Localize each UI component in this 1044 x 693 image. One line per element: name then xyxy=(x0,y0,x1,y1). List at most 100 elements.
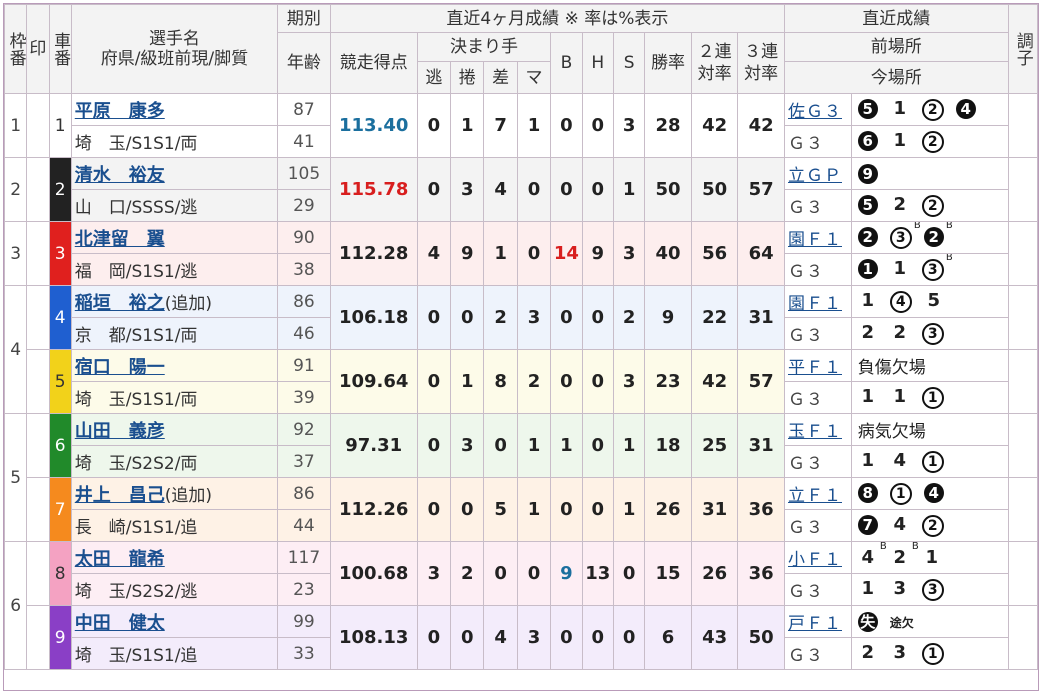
mark-cell[interactable] xyxy=(26,477,50,542)
condition-cell[interactable] xyxy=(1007,285,1039,350)
stat-mark: 1 xyxy=(516,413,552,478)
curr-meet-label: Ｇ３ xyxy=(788,134,824,154)
prev-meet-place: 平Ｆ１ xyxy=(784,349,852,382)
age: 44 xyxy=(277,509,331,542)
rider-name-link[interactable]: 山田 義彦 xyxy=(75,421,165,442)
stat-2ren-rate: 42 xyxy=(690,349,739,414)
result-number: 1 xyxy=(861,450,875,471)
mark-cell[interactable] xyxy=(26,285,50,350)
rider-name: 中田 健太 xyxy=(70,605,279,638)
stat-s: 1 xyxy=(612,477,646,542)
term: 91 xyxy=(277,349,331,382)
prev-meet-results: 4B2B1 xyxy=(850,541,1009,574)
prev-meet-link[interactable]: 立Ｆ１ xyxy=(788,486,842,506)
frame-number: 6 xyxy=(3,541,28,670)
car-number: 1 xyxy=(54,115,66,136)
prev-meet-link[interactable]: 園Ｆ１ xyxy=(788,230,842,250)
rider-name-link[interactable]: 北津留 翼 xyxy=(75,229,165,250)
result-item: 1 xyxy=(890,386,910,407)
mark-cell[interactable] xyxy=(26,605,50,670)
header-3ren-label: ３連対率 xyxy=(744,42,779,84)
age: 29 xyxy=(277,189,331,222)
stat-nige: 0 xyxy=(416,157,452,222)
result-item: 4 xyxy=(955,98,976,119)
rider-name-link[interactable]: 稲垣 裕之 xyxy=(75,293,165,314)
prev-meet-link[interactable]: 園Ｆ１ xyxy=(788,294,842,314)
curr-meet-place: Ｇ３ xyxy=(784,445,852,478)
filled-circle-number: 2 xyxy=(857,227,878,247)
result-item: 5 xyxy=(857,98,878,119)
rider-name-link[interactable]: 清水 裕友 xyxy=(75,165,165,186)
stat-nige: 0 xyxy=(416,285,452,350)
result-number: 1 xyxy=(893,130,907,151)
result-item: 2 xyxy=(921,194,944,217)
rider-name-link[interactable]: 太田 龍希 xyxy=(75,549,165,570)
outlined-circle-number: 3 xyxy=(921,323,944,345)
condition-cell[interactable] xyxy=(1007,477,1039,542)
prev-meet-link[interactable]: 平Ｆ１ xyxy=(788,358,842,378)
rider-name: 宿口 陽一 xyxy=(70,349,279,382)
condition-cell[interactable] xyxy=(1007,349,1039,414)
prev-meet-link[interactable]: 玉Ｆ１ xyxy=(788,422,842,442)
outlined-circle-number: 3 xyxy=(889,227,912,249)
rider-name-link[interactable]: 平原 康多 xyxy=(75,101,165,122)
result-number: 1 xyxy=(925,547,939,568)
header-curr-meet: 今場所 xyxy=(784,61,1009,94)
result-item: 1 xyxy=(890,130,910,151)
stat-b: 0 xyxy=(550,477,583,542)
condition-cell[interactable] xyxy=(1007,93,1039,158)
outlined-circle-number: 2 xyxy=(921,99,944,121)
mark-cell[interactable] xyxy=(26,349,50,414)
prev-meet-link[interactable]: 戸Ｆ１ xyxy=(788,614,842,634)
prev-meet-link[interactable]: 佐Ｇ３ xyxy=(788,102,842,122)
curr-meet-results: 522 xyxy=(850,189,1009,222)
header-mark: 印 xyxy=(26,4,50,94)
stat-s: 1 xyxy=(612,157,646,222)
prev-meet-link[interactable]: 立ＧＰ xyxy=(788,166,842,186)
rider-name-link[interactable]: 中田 健太 xyxy=(75,613,165,634)
outlined-circle-number: 2 xyxy=(921,195,944,217)
curr-meet-results: 111 xyxy=(850,381,1009,414)
condition-cell[interactable] xyxy=(1007,157,1039,222)
stat-sashi: 2 xyxy=(483,285,518,350)
curr-meet-results: 141 xyxy=(850,445,1009,478)
prev-meet-link[interactable]: 小Ｆ１ xyxy=(788,550,842,570)
age: 37 xyxy=(277,445,331,478)
mark-cell[interactable] xyxy=(26,221,50,286)
condition-cell[interactable] xyxy=(1007,541,1039,606)
mark-cell[interactable] xyxy=(26,541,50,606)
result-note: 途欠 xyxy=(889,616,914,630)
condition-cell[interactable] xyxy=(1007,413,1039,478)
header-makuri: 捲 xyxy=(450,61,485,94)
condition-cell[interactable] xyxy=(1007,221,1039,286)
prev-meet-results: 5124 xyxy=(850,93,1009,126)
stat-nige: 0 xyxy=(416,349,452,414)
result-number: 3 xyxy=(893,578,907,599)
result-sup: B xyxy=(879,541,887,553)
stat-mark: 1 xyxy=(516,477,552,542)
stat-3ren-rate: 42 xyxy=(737,93,785,158)
stat-win-rate: 6 xyxy=(644,605,692,670)
stat-sashi: 4 xyxy=(483,605,518,670)
result-item: 3 xyxy=(921,322,944,345)
stat-2ren-rate: 26 xyxy=(690,541,739,606)
condition-cell[interactable] xyxy=(1007,605,1039,670)
rider-name-link[interactable]: 井上 昌己 xyxy=(75,485,165,506)
age: 46 xyxy=(277,317,331,350)
prev-meet-results: 23B2B xyxy=(850,221,1009,254)
result-item: 4 xyxy=(890,450,910,471)
rider-name: 北津留 翼 xyxy=(70,221,279,254)
stat-h: 0 xyxy=(581,349,614,414)
stat-mark: 0 xyxy=(516,157,552,222)
stat-h: 0 xyxy=(581,93,614,158)
rider-name-link[interactable]: 宿口 陽一 xyxy=(75,357,165,378)
mark-cell[interactable] xyxy=(26,93,50,158)
mark-cell[interactable] xyxy=(26,413,50,478)
mark-cell[interactable] xyxy=(26,157,50,222)
result-number: 4 xyxy=(861,547,875,568)
stat-nige: 0 xyxy=(416,477,452,542)
stat-makuri: 0 xyxy=(450,285,485,350)
table-row: 3 3 北津留 翼 90 112.28 4 9 1 0 14 9 3 40 56 64 園Ｆ１ 2 3 B 2 B xyxy=(3,221,1039,286)
result-sup: B xyxy=(945,221,953,232)
prev-meet-results: 145 xyxy=(850,285,1009,318)
